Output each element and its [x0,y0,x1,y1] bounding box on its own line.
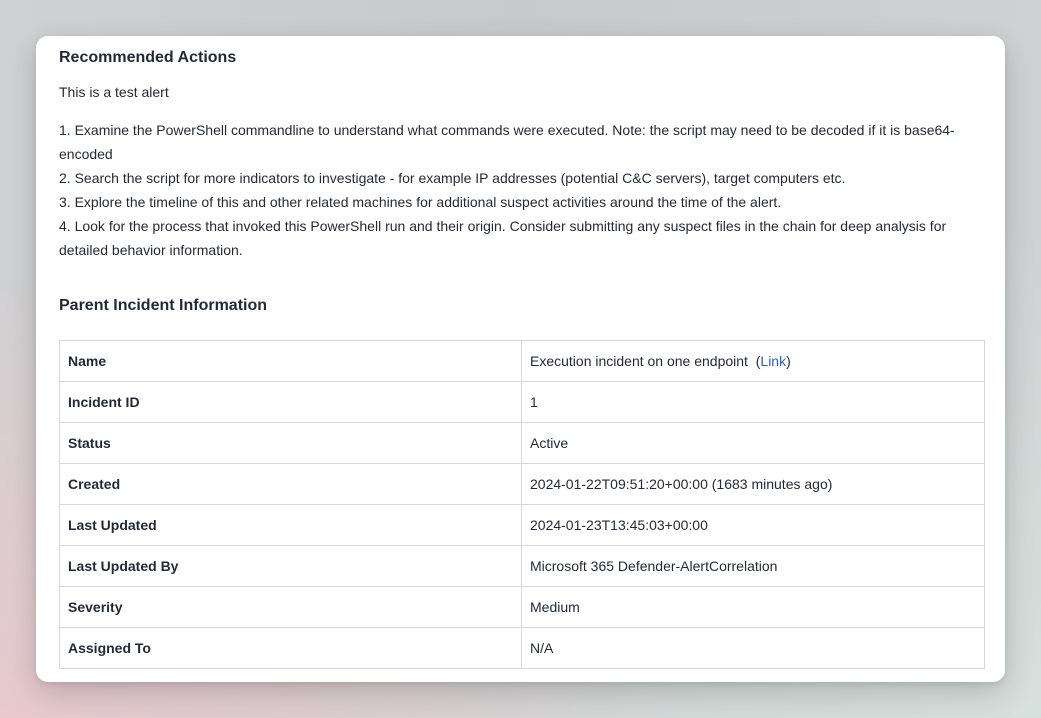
row-value-assigned-to: N/A [521,627,985,669]
row-value-created: 2024-01-22T09:51:20+00:00 (1683 minutes … [521,463,985,505]
row-value-severity: Medium [521,586,985,628]
table-row: Status Active [59,422,985,464]
table-row: Incident ID 1 [59,381,985,423]
incident-link[interactable]: Link [760,353,786,369]
recommended-actions-heading: Recommended Actions [59,49,237,66]
row-value-incident-id: 1 [521,381,985,423]
row-key-severity: Severity [59,586,522,628]
recommended-step: 4. Look for the process that invoked thi… [59,218,947,258]
recommended-step: 3. Explore the timeline of this and othe… [59,194,782,210]
row-key-last-updated-by: Last Updated By [59,545,522,587]
row-key-assigned-to: Assigned To [59,627,522,669]
row-value-status: Active [521,422,985,464]
table-row: Created 2024-01-22T09:51:20+00:00 (1683 … [59,463,985,505]
parent-incident-table: Name Execution incident on one endpoint … [59,340,985,669]
row-key-status: Status [59,422,522,464]
table-row: Last Updated 2024-01-23T13:45:03+00:00 [59,504,985,546]
parent-incident-heading: Parent Incident Information [59,297,268,314]
row-key-created: Created [59,463,522,505]
incident-name-text: Execution incident on one endpoint [530,353,748,369]
row-value-last-updated-by: Microsoft 365 Defender-AlertCorrelation [521,545,985,587]
recommended-step: 2. Search the script for more indicators… [59,170,846,186]
row-value-last-updated: 2024-01-23T13:45:03+00:00 [521,504,985,546]
recommended-steps-list: 1. Examine the PowerShell commandline to… [59,118,985,262]
recommended-step: 1. Examine the PowerShell commandline to… [59,122,955,162]
table-row: Name Execution incident on one endpoint … [59,340,985,382]
table-row: Severity Medium [59,586,985,628]
alert-details-card: Recommended Actions This is a test alert… [36,36,1005,682]
row-key-incident-id: Incident ID [59,381,522,423]
alert-intro-text: This is a test alert [59,84,169,100]
table-row: Assigned To N/A [59,627,985,669]
row-key-last-updated: Last Updated [59,504,522,546]
table-row: Last Updated By Microsoft 365 Defender-A… [59,545,985,587]
row-key-name: Name [59,340,522,382]
row-value-name: Execution incident on one endpoint (Link… [521,340,985,382]
